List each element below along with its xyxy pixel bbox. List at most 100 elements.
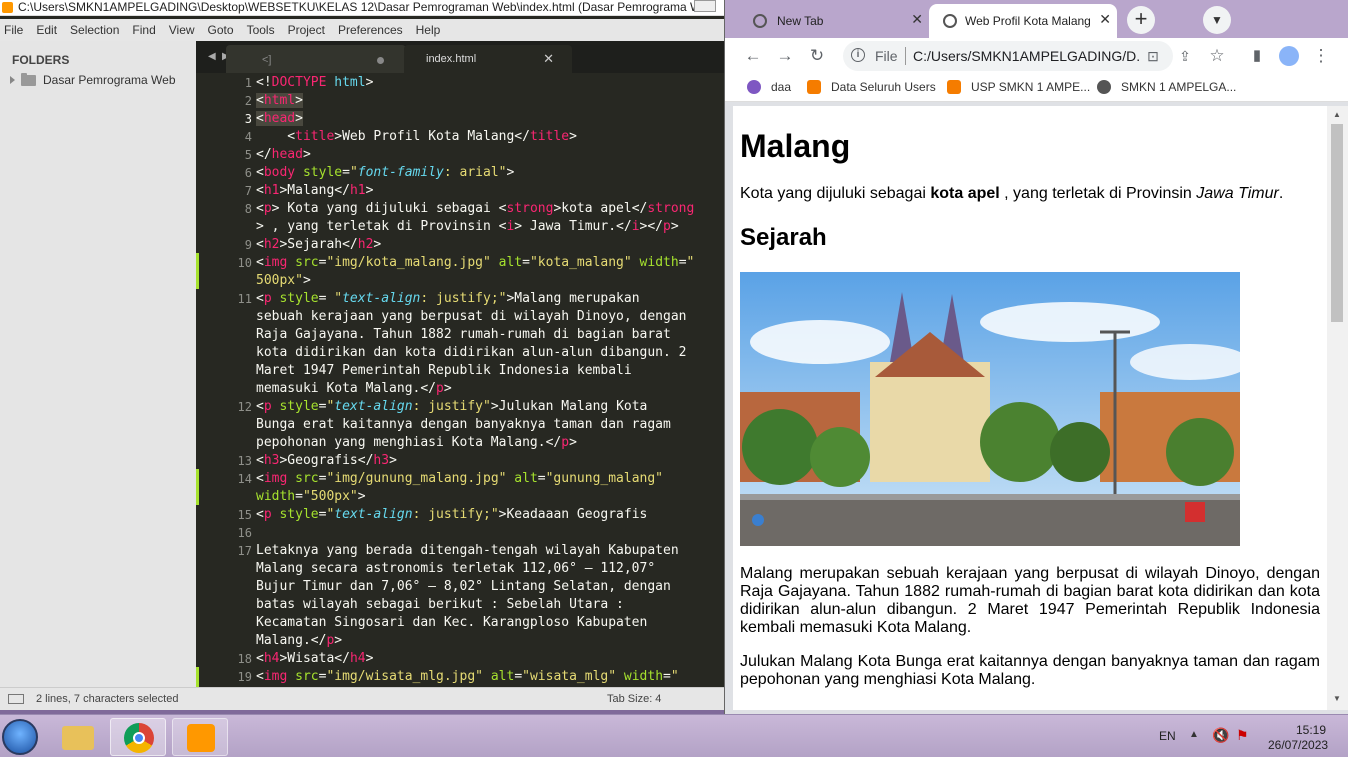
taskbar-explorer[interactable] xyxy=(50,718,106,756)
strong-text: kota apel xyxy=(930,185,1000,202)
forward-icon[interactable]: → xyxy=(775,46,795,66)
minimize-button[interactable] xyxy=(694,0,716,12)
profile-avatar[interactable] xyxy=(1279,46,1299,66)
sublime-titlebar: C:\Users\SMKN1AMPELGADING\Desktop\WEBSET… xyxy=(0,0,724,16)
line-number: 18 xyxy=(237,652,252,666)
time: 15:19 xyxy=(1295,723,1326,737)
bookmark-item[interactable]: daa xyxy=(747,80,791,94)
share-icon[interactable]: ⇪ xyxy=(1175,46,1195,66)
sidebar-folder-item[interactable]: Dasar Pemrograma Web xyxy=(10,71,176,89)
intro-paragraph: Kota yang dijuluki sebagai kota apel , y… xyxy=(740,185,1284,202)
tab-index-html[interactable]: index.html ✕ xyxy=(404,45,572,73)
folder-icon xyxy=(62,726,94,750)
tab-size-indicator[interactable]: Tab Size: 4 xyxy=(607,693,661,705)
line-number: 15 xyxy=(237,508,252,522)
back-icon[interactable]: ← xyxy=(743,46,763,66)
section-heading-sejarah: Sejarah xyxy=(740,224,827,251)
line-number: 10 xyxy=(237,256,252,270)
url-scheme-label: File xyxy=(875,48,898,64)
network-icon[interactable]: ⚑ xyxy=(1236,727,1249,744)
tab-web-profil[interactable]: Web Profil Kota Malang ✕ xyxy=(929,4,1117,38)
menu-selection[interactable]: Selection xyxy=(70,19,119,41)
menu-tools[interactable]: Tools xyxy=(247,19,275,41)
folder-label: Dasar Pemrograma Web xyxy=(43,73,176,87)
tab-untitled[interactable]: <] xyxy=(226,45,406,73)
tray-expand-icon[interactable]: ▲ xyxy=(1189,729,1199,740)
volume-icon[interactable]: 🔇 xyxy=(1212,727,1229,744)
line-number: 2 xyxy=(244,94,252,108)
scroll-up-arrow-icon[interactable]: ▲ xyxy=(1333,110,1341,119)
window-title: C:\Users\SMKN1AMPELGADING\Desktop\WEBSET… xyxy=(18,0,698,14)
tab-label: <] xyxy=(262,54,272,66)
status-message: 2 lines, 7 characters selected xyxy=(36,693,179,705)
xampp-icon xyxy=(947,80,961,94)
menu-file[interactable]: File xyxy=(4,19,23,41)
tab-label: Web Profil Kota Malang xyxy=(965,14,1091,28)
close-tab-icon[interactable]: ✕ xyxy=(911,11,923,28)
close-tab-icon[interactable]: ✕ xyxy=(543,51,554,67)
page-heading-malang: Malang xyxy=(740,128,851,164)
bookmark-label: Data Seluruh Users xyxy=(831,80,936,94)
line-number: 11 xyxy=(237,292,252,306)
address-bar[interactable]: i File C:/Users/SMKN1AMPELGADING/D... xyxy=(843,41,1173,71)
modified-dot-icon xyxy=(377,57,384,64)
folder-icon xyxy=(21,72,36,86)
line-number: 6 xyxy=(244,166,252,180)
info-icon[interactable]: i xyxy=(851,48,865,62)
tab-nav-left-icon[interactable]: ◀ xyxy=(208,51,216,62)
tab-new-tab[interactable]: New Tab ✕ xyxy=(739,4,929,38)
modified-line-marker xyxy=(196,469,199,505)
xampp-icon xyxy=(807,80,821,94)
chrome-favicon-icon xyxy=(753,14,767,28)
menu-goto[interactable]: Goto xyxy=(208,19,234,41)
italic-text: Jawa Timur xyxy=(1196,185,1279,202)
scroll-down-arrow-icon[interactable]: ▼ xyxy=(1333,694,1341,703)
bookmark-item[interactable]: SMKN 1 AMPELGA... xyxy=(1097,80,1236,94)
tab-search-button[interactable]: ▼ xyxy=(1203,6,1231,34)
panel-toggle-icon[interactable] xyxy=(8,694,24,704)
start-button[interactable] xyxy=(2,719,38,755)
tab-label: New Tab xyxy=(777,14,824,28)
side-panel-icon[interactable]: ▮ xyxy=(1247,46,1267,66)
code-content[interactable]: <!DOCTYPE html> <html> <head> <title>Web… xyxy=(256,74,724,686)
bookmark-star-icon[interactable]: ☆ xyxy=(1207,46,1227,66)
url-text[interactable]: C:/Users/SMKN1AMPELGADING/D... xyxy=(913,48,1139,64)
code-editor[interactable]: 1 2 3 4 5 6 7 8 9 10 11 12 13 14 15 16 1… xyxy=(196,73,724,687)
taskbar-sublime[interactable] xyxy=(172,718,228,756)
bookmark-item[interactable]: Data Seluruh Users xyxy=(807,80,936,94)
line-number: 9 xyxy=(244,238,252,252)
line-number: 13 xyxy=(237,454,252,468)
language-indicator[interactable]: EN xyxy=(1159,729,1176,743)
expand-arrow-icon[interactable] xyxy=(10,76,15,84)
scrollbar-thumb[interactable] xyxy=(1331,124,1343,322)
tab-label: index.html xyxy=(426,53,477,65)
web-page-viewport: Malang Kota yang dijuluki sebagai kota a… xyxy=(733,106,1327,710)
line-number: 17 xyxy=(237,544,252,558)
menu-kebab-icon[interactable]: ⋮ xyxy=(1311,46,1331,66)
kota-malang-photo xyxy=(740,272,1240,546)
status-bar: 2 lines, 7 characters selected Tab Size:… xyxy=(0,687,724,710)
translate-icon[interactable]: ⊡ xyxy=(1143,46,1163,66)
line-number: 5 xyxy=(244,148,252,162)
menu-view[interactable]: View xyxy=(169,19,195,41)
menu-edit[interactable]: Edit xyxy=(36,19,57,41)
menu-help[interactable]: Help xyxy=(416,19,441,41)
close-tab-icon[interactable]: ✕ xyxy=(1099,11,1111,28)
menu-find[interactable]: Find xyxy=(132,19,155,41)
menu-preferences[interactable]: Preferences xyxy=(338,19,403,41)
taskbar-chrome[interactable] xyxy=(110,718,166,756)
browser-tab-strip: New Tab ✕ Web Profil Kota Malang ✕ + ▼ xyxy=(725,0,1348,38)
clock[interactable]: 15:19 26/07/2023 xyxy=(1268,723,1328,753)
bookmark-label: daa xyxy=(771,80,792,94)
reload-icon[interactable]: ↻ xyxy=(807,46,827,66)
line-number: 12 xyxy=(237,400,252,414)
page-scrollbar[interactable]: ▲ ▼ xyxy=(1327,106,1348,710)
new-tab-button[interactable]: + xyxy=(1127,6,1155,34)
line-number-gutter: 1 2 3 4 5 6 7 8 9 10 11 12 13 14 15 16 1… xyxy=(196,73,252,687)
line-number: 19 xyxy=(237,670,252,684)
menu-project[interactable]: Project xyxy=(288,19,325,41)
bookmark-item[interactable]: USP SMKN 1 AMPE... xyxy=(947,80,1090,94)
sublime-app-icon xyxy=(2,2,13,13)
line-number: 1 xyxy=(244,76,252,90)
folder-sidebar: FOLDERS Dasar Pemrograma Web xyxy=(0,41,196,687)
